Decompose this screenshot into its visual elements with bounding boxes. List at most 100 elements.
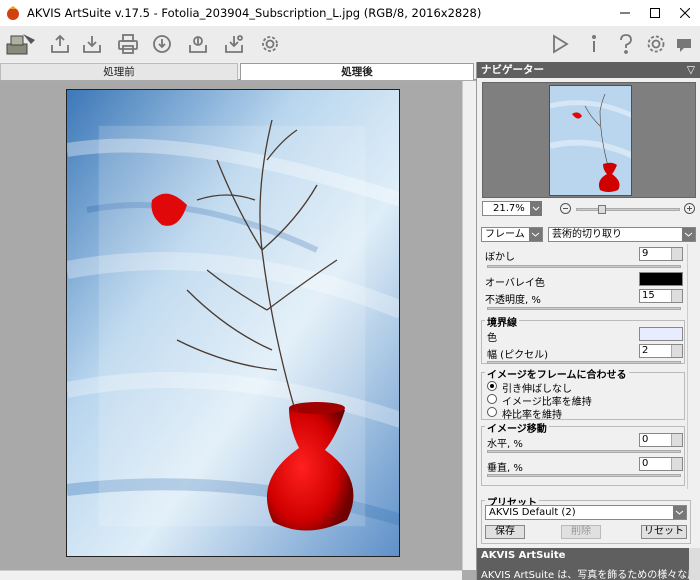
zoom-slider[interactable]: [576, 208, 680, 211]
batch-icon: [189, 36, 207, 53]
share-icon: [153, 35, 171, 53]
tooltip-button[interactable]: [670, 30, 698, 58]
horizontal-label: 水平, %: [487, 439, 523, 450]
vertical-label: 垂直, %: [487, 463, 523, 474]
opacity-spinbox[interactable]: 15: [639, 289, 683, 303]
blur-spinbox[interactable]: 9: [639, 247, 683, 261]
preferences-icon: [262, 36, 278, 52]
opacity-value: 15: [642, 290, 655, 301]
move-group-title: イメージ移動: [485, 420, 549, 435]
close-button[interactable]: [670, 0, 700, 26]
settings-panel: ナビゲーター ▽ 21.7% フレーム 芸術的切り取り ぼかし 9 オーバレイ色…: [476, 62, 700, 580]
border-color-swatch[interactable]: [639, 327, 683, 341]
preset-save-button[interactable]: 保存: [485, 525, 525, 539]
workspace-button[interactable]: [4, 30, 38, 58]
info-text: AKVIS ArtSuite は、写真を飾るための様々な用途: [481, 570, 700, 580]
image-pane: 処理前 処理後: [0, 62, 476, 580]
zoom-in-icon[interactable]: [684, 203, 695, 214]
preset-delete-button[interactable]: 削除: [561, 525, 601, 539]
tab-before[interactable]: 処理前: [0, 63, 238, 80]
share-button[interactable]: [148, 30, 176, 58]
blur-value: 9: [642, 248, 649, 259]
window-title: AKVIS ArtSuite v.17.5 - Fotolia_203904_S…: [27, 6, 482, 20]
border-width-label: 幅 (ピクセル): [487, 350, 548, 361]
app-logo-icon: [7, 6, 19, 20]
open-button[interactable]: [46, 30, 74, 58]
overlay-color-swatch[interactable]: [639, 272, 683, 286]
opacity-label: 不透明度, %: [485, 295, 541, 306]
title-bar: AKVIS ArtSuite v.17.5 - Fotolia_203904_S…: [0, 0, 700, 26]
maximize-button[interactable]: [640, 0, 670, 26]
settings-scroll-area: ぼかし 9 オーバレイ色 不透明度, % 15 境界線 色 幅 (ピクセル) 2…: [481, 244, 686, 489]
fit-option-radio[interactable]: [487, 407, 497, 417]
settings-button[interactable]: [642, 30, 670, 58]
horizontal-spinbox[interactable]: 0: [639, 433, 683, 447]
frame-type-value: 芸術的切り取り: [552, 229, 622, 240]
preset-select[interactable]: AKVIS Default (2): [485, 505, 687, 520]
toolbar: [0, 26, 700, 62]
preset-reset-button[interactable]: リセット: [641, 525, 687, 539]
info-icon: [592, 35, 596, 52]
print-button[interactable]: [114, 30, 142, 58]
category-select[interactable]: フレーム: [481, 227, 543, 242]
help-button[interactable]: [612, 30, 640, 58]
export-icon: [225, 35, 243, 53]
minimize-button[interactable]: [610, 0, 640, 26]
vertical-spinbox[interactable]: 0: [639, 457, 683, 471]
info-button[interactable]: [580, 30, 608, 58]
canvas-vertical-scrollbar[interactable]: [462, 81, 476, 570]
save-icon: [83, 36, 101, 53]
info-panel: AKVIS ArtSuite AKVIS ArtSuite は、写真を飾るための…: [477, 548, 700, 580]
chevron-down-icon: [532, 206, 540, 211]
zoom-out-icon[interactable]: [560, 203, 571, 214]
workspace-icon: [6, 34, 35, 55]
fit-group-title: イメージをフレームに合わせる: [485, 366, 629, 381]
help-icon: [620, 34, 632, 54]
save-button[interactable]: [78, 30, 106, 58]
batch-button[interactable]: [184, 30, 212, 58]
border-width-slider[interactable]: [487, 361, 681, 364]
chevron-down-icon: [531, 232, 540, 237]
category-value: フレーム: [485, 229, 525, 240]
chevron-down-icon: [675, 510, 684, 515]
zoom-dropdown-button[interactable]: [530, 201, 542, 216]
horizontal-slider[interactable]: [487, 450, 681, 453]
navigator-title: ナビゲーター: [481, 64, 544, 76]
export-button[interactable]: [220, 30, 248, 58]
opacity-slider[interactable]: [487, 307, 681, 310]
navigator-header: ナビゲーター ▽: [477, 62, 700, 78]
frame-type-select[interactable]: 芸術的切り取り: [548, 227, 696, 242]
zoom-slider-thumb[interactable]: [598, 205, 606, 214]
overlay-color-label: オーバレイ色: [485, 278, 545, 289]
canvas-horizontal-scrollbar[interactable]: [0, 570, 462, 580]
border-width-value: 2: [642, 345, 649, 356]
horizontal-value: 0: [642, 434, 649, 445]
vertical-slider[interactable]: [487, 474, 681, 477]
collapse-icon[interactable]: ▽: [687, 62, 695, 78]
tab-after[interactable]: 処理後: [240, 63, 474, 80]
settings-icon: [647, 35, 665, 53]
preferences-button[interactable]: [256, 30, 284, 58]
navigator-thumbnail[interactable]: [549, 85, 632, 196]
border-width-spinbox[interactable]: 2: [639, 344, 683, 358]
view-tabs: 処理前 処理後: [0, 62, 476, 80]
image-canvas[interactable]: [0, 81, 462, 570]
blur-slider[interactable]: [487, 265, 681, 268]
fit-option-radio[interactable]: [487, 394, 497, 404]
fit-option-radio[interactable]: [487, 381, 497, 391]
info-title: AKVIS ArtSuite: [481, 550, 566, 561]
open-icon: [51, 34, 69, 53]
info-scrollbar[interactable]: [689, 548, 700, 580]
tooltip-icon: [677, 39, 691, 52]
run-button[interactable]: [546, 30, 574, 58]
print-icon: [118, 34, 138, 54]
presets-section: プリセット AKVIS Default (2) 保存 削除 リセット: [477, 494, 700, 544]
zoom-row: 21.7%: [482, 200, 696, 218]
settings-scrollbar[interactable]: [687, 244, 699, 489]
navigator-preview[interactable]: [482, 82, 696, 198]
blur-label: ぼかし: [485, 252, 515, 263]
run-icon: [553, 34, 569, 54]
chevron-down-icon: [684, 232, 693, 237]
border-color-label: 色: [487, 333, 497, 344]
fit-option-label: 枠比率を維持: [502, 410, 562, 421]
